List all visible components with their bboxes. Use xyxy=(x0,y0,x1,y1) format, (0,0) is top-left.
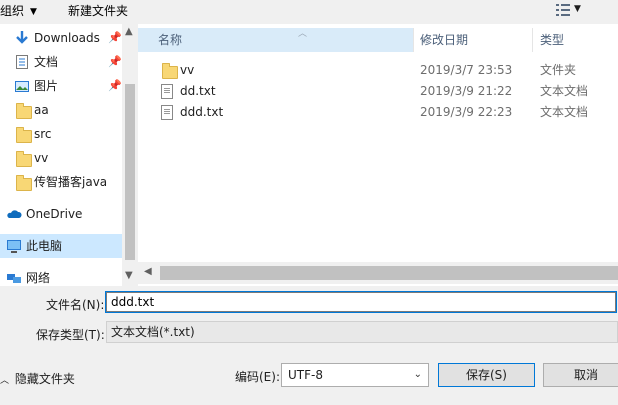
filetype-select[interactable]: 文本文档(*.txt) xyxy=(106,321,618,343)
nav-label: 文档 xyxy=(34,55,59,69)
nav-label: OneDrive xyxy=(26,207,83,221)
save-button[interactable]: 保存(S) xyxy=(438,363,535,387)
chevron-up-icon: ︿ xyxy=(0,376,10,386)
cloud-icon xyxy=(6,206,22,222)
nav-item-folder[interactable]: src xyxy=(0,122,122,146)
column-name-label: 名称 xyxy=(158,33,183,47)
nav-item-downloads[interactable]: Downloads 📌 xyxy=(0,26,122,50)
network-icon xyxy=(6,270,22,286)
nav-label: src xyxy=(34,127,52,141)
column-header-date[interactable]: 修改日期 xyxy=(414,28,533,52)
nav-label: 网络 xyxy=(26,271,51,285)
computer-icon xyxy=(6,238,22,254)
organize-button[interactable]: 组织 ▼ xyxy=(0,2,37,20)
nav-label: 此电脑 xyxy=(26,239,63,253)
folder-icon xyxy=(16,103,32,119)
scroll-left-icon[interactable]: ◀ xyxy=(144,266,152,277)
file-name: vv xyxy=(180,63,195,77)
file-row[interactable]: dd.txt 2019/3/9 21:22 文本文档 xyxy=(158,81,618,101)
file-date: 2019/3/9 21:22 xyxy=(420,84,513,98)
nav-scrollbar-thumb[interactable] xyxy=(125,84,135,260)
column-header-name[interactable]: 名称 ︿ ⌄ xyxy=(138,28,428,52)
text-file-icon xyxy=(161,105,173,120)
cancel-button[interactable]: 取消 xyxy=(543,363,618,387)
chevron-down-icon: ▼ xyxy=(30,7,37,17)
pin-icon[interactable]: 📌 xyxy=(108,26,122,50)
nav-item-folder[interactable]: aa xyxy=(0,98,122,122)
file-type: 文件夹 xyxy=(540,63,577,77)
new-folder-button[interactable]: 新建文件夹 xyxy=(68,2,128,20)
file-date: 2019/3/7 23:53 xyxy=(420,63,513,77)
filetype-label: 保存类型(T): xyxy=(36,328,105,342)
file-date: 2019/3/9 22:23 xyxy=(420,105,513,119)
view-options-icon[interactable] xyxy=(556,4,570,16)
hide-folders-toggle[interactable]: ︿ 隐藏文件夹 xyxy=(0,370,75,387)
folder-icon xyxy=(16,127,32,143)
folder-icon xyxy=(16,151,32,167)
folder-icon xyxy=(162,63,178,79)
view-dropdown-icon[interactable]: ▼ xyxy=(574,4,581,14)
hide-folders-label: 隐藏文件夹 xyxy=(14,372,75,386)
encoding-value: UTF-8 xyxy=(288,368,323,382)
horizontal-scrollbar-thumb[interactable] xyxy=(160,266,618,280)
column-type-label: 类型 xyxy=(540,33,565,47)
sort-ascending-icon: ︿ xyxy=(298,29,308,39)
scroll-down-icon[interactable]: ▼ xyxy=(125,270,133,281)
nav-label: 传智播客java xyxy=(34,175,108,189)
file-name: ddd.txt xyxy=(180,105,224,119)
filename-input[interactable] xyxy=(105,291,617,313)
nav-label: vv xyxy=(34,151,49,165)
pin-icon[interactable]: 📌 xyxy=(108,74,122,98)
nav-label: Downloads xyxy=(34,31,100,45)
toolbar: 组织 ▼ 新建文件夹 ▼ xyxy=(0,0,618,24)
file-name: dd.txt xyxy=(180,84,216,98)
nav-item-documents[interactable]: 文档 📌 xyxy=(0,50,122,74)
filename-label: 文件名(N): xyxy=(46,298,105,312)
folder-icon xyxy=(16,175,32,191)
download-arrow-icon xyxy=(14,30,30,46)
file-row[interactable]: vv 2019/3/7 23:53 文件夹 xyxy=(158,60,618,80)
nav-item-folder[interactable]: vv xyxy=(0,146,122,170)
nav-item-pictures[interactable]: 图片 📌 xyxy=(0,74,122,98)
filetype-value: 文本文档(*.txt) xyxy=(111,325,195,339)
encoding-label: 编码(E): xyxy=(235,370,280,384)
column-header: 名称 ︿ ⌄ 修改日期 类型 xyxy=(138,28,618,52)
nav-label: 图片 xyxy=(34,79,59,93)
navigation-pane: Downloads 📌 文档 📌 图片 📌 aa src vv 传智播客java xyxy=(0,24,138,286)
nav-label: aa xyxy=(34,103,49,117)
text-file-icon xyxy=(161,84,173,99)
picture-icon xyxy=(14,78,30,94)
encoding-select[interactable]: UTF-8 ⌄ xyxy=(281,363,429,387)
nav-item-network[interactable]: 网络 xyxy=(0,266,122,286)
file-type: 文本文档 xyxy=(540,84,589,98)
nav-item-folder[interactable]: 传智播客java xyxy=(0,170,122,194)
nav-item-this-pc[interactable]: 此电脑 xyxy=(0,234,122,258)
chevron-down-icon: ⌄ xyxy=(413,369,422,380)
file-row[interactable]: ddd.txt 2019/3/9 22:23 文本文档 xyxy=(158,102,618,122)
pin-icon[interactable]: 📌 xyxy=(108,50,122,74)
file-type: 文本文档 xyxy=(540,105,589,119)
organize-label: 组织 xyxy=(0,4,25,18)
document-icon xyxy=(14,54,30,70)
nav-item-onedrive[interactable]: OneDrive xyxy=(0,202,122,226)
column-date-label: 修改日期 xyxy=(420,33,469,47)
scroll-up-icon[interactable]: ▲ xyxy=(125,26,133,37)
column-header-type[interactable]: 类型 xyxy=(534,28,618,52)
